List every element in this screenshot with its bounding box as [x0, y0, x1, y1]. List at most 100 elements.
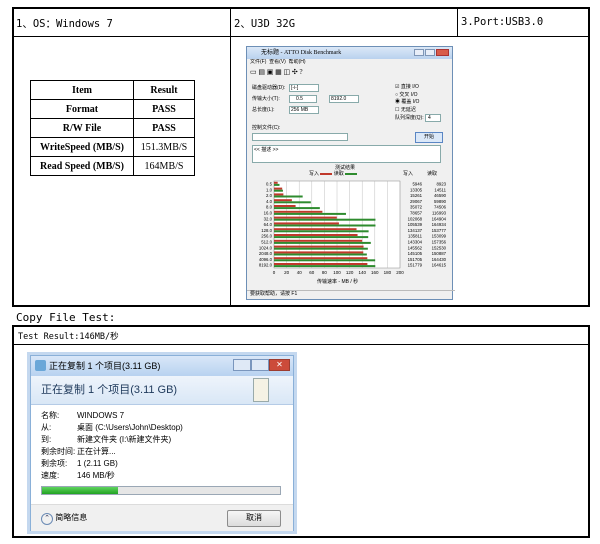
transfer-from-select[interactable]: 0.5	[289, 95, 317, 103]
read-value-label: 152530	[432, 245, 447, 250]
write-bar	[274, 251, 364, 254]
length-select[interactable]: 256 MB	[289, 106, 319, 114]
x-tick-label: 140	[358, 270, 366, 275]
write-value-label: 29067	[410, 199, 423, 204]
description-box[interactable]: << 描述 >>	[252, 145, 441, 163]
read-value-label: 164934	[432, 222, 447, 227]
option-overlap-io[interactable]: ○ 交叉 I/O	[395, 92, 417, 99]
legend: 写入 读取	[309, 171, 358, 178]
y-tick-label: 16.0	[264, 211, 273, 216]
copy-progress-fill	[42, 487, 119, 494]
read-value-label: 153099	[432, 234, 447, 239]
queue-select[interactable]: 4	[425, 114, 441, 122]
write-bar	[274, 257, 368, 260]
transfer-from-value: 0.5	[296, 96, 303, 102]
header-drive: 2、U3D 32G	[234, 18, 296, 30]
close-button[interactable]	[436, 49, 449, 56]
option-no-delay[interactable]: ☐ 无延迟	[395, 107, 416, 114]
write-bar	[274, 187, 283, 190]
column-divider-2	[457, 7, 458, 37]
y-tick-label: 2.0	[266, 193, 273, 198]
detail-label: 从:	[41, 423, 52, 432]
preview-icon[interactable]: ◫	[284, 68, 291, 76]
read-value-label: 46590	[434, 193, 447, 198]
y-tick-label: 8.0	[266, 205, 273, 210]
copy-test-heading: Copy File Test:	[16, 311, 116, 324]
y-tick-label: 0.5	[266, 182, 273, 187]
detail-value: 新建文件夹 (I:\新建文件夹)	[77, 435, 172, 444]
col-read-header: 读取	[427, 171, 438, 177]
move-icon[interactable]: ✣	[292, 68, 298, 76]
read-bar	[274, 236, 369, 239]
read-bar	[274, 201, 311, 204]
write-value-label: 78657	[410, 211, 423, 216]
legend-read-swatch	[345, 172, 358, 175]
transfer-to-select[interactable]: 8192.0	[329, 95, 359, 103]
detail-row: 剩余时间: 正在计算...	[41, 446, 183, 458]
write-bar	[274, 228, 357, 231]
y-tick-label: 4096.0	[259, 257, 273, 262]
read-bar	[274, 253, 367, 256]
x-tick-label: 40	[297, 270, 303, 275]
write-value-label: 105539	[408, 222, 423, 227]
menu-help[interactable]: 帮助(H)	[289, 59, 306, 65]
legend-read-label: 读取	[333, 171, 344, 177]
detail-label: 名称:	[41, 411, 60, 420]
table-cell: Read Speed (MB/S)	[30, 156, 134, 176]
save-icon[interactable]: ▣	[267, 68, 274, 76]
new-icon[interactable]: ▭	[250, 68, 257, 76]
table-header-item: Item	[30, 80, 134, 100]
read-bar	[274, 183, 280, 186]
header-os: 1、OS：Windows 7	[16, 18, 113, 30]
cancel-button[interactable]: 取消	[227, 510, 281, 527]
legend-write-swatch	[320, 172, 333, 175]
start-button[interactable]: 开始	[415, 132, 443, 143]
copy-details: 名称: WINDOWS 7 从: 桌面 (C:\Users\John\Desktop…	[41, 410, 183, 482]
minimize-button[interactable]	[414, 49, 424, 56]
open-icon[interactable]: ▤	[258, 68, 265, 76]
menu-file[interactable]: 文件(F)	[250, 59, 266, 65]
menu-view[interactable]: 查看(V)	[269, 59, 286, 65]
close-button[interactable]: ✕	[269, 359, 290, 371]
control-file-input[interactable]	[252, 133, 348, 141]
read-value-label: 116993	[432, 211, 447, 216]
column-divider-1	[230, 7, 231, 307]
transfer-to-value: 8192.0	[331, 96, 347, 102]
y-tick-label: 512.0	[261, 240, 272, 245]
read-value-label: 153777	[432, 228, 447, 233]
x-tick-label: 180	[384, 270, 392, 275]
print-icon[interactable]: ▦	[275, 68, 282, 76]
option-neither[interactable]: ◉ 覆盖 I/O	[395, 99, 419, 106]
write-value-label: 134137	[408, 228, 423, 233]
read-value-label: 74506	[434, 205, 447, 210]
option-direct-io[interactable]: ☑ 直接 I/O	[395, 84, 419, 91]
write-value-label: 135811	[408, 234, 423, 239]
write-value-label: 151779	[408, 263, 423, 268]
y-tick-label: 32.0	[264, 216, 273, 221]
details-toggle[interactable]: ⌃ 简略信息	[41, 512, 87, 525]
copy-dialog-titlebar: 正在复制 1 个项目(3.11 GB) ✕	[31, 356, 293, 376]
write-bar	[274, 263, 368, 265]
write-bar	[274, 239, 363, 242]
detail-row: 速度: 146 MB/秒	[41, 470, 183, 482]
table-cell: PASS	[133, 99, 195, 119]
transfer-label: 传输大小(T):	[252, 96, 280, 102]
y-tick-label: 256.0	[261, 234, 272, 239]
header-row-divider	[12, 36, 590, 37]
copy-animation-icon	[253, 378, 269, 402]
write-bar	[274, 234, 358, 236]
read-value-label: 164904	[432, 216, 447, 221]
maximize-button[interactable]	[251, 359, 269, 371]
detail-row: 到: 新建文件夹 (I:\新建文件夹)	[41, 434, 183, 446]
minimize-button[interactable]	[233, 359, 251, 371]
help-icon[interactable]: ?	[300, 68, 303, 76]
write-bar	[274, 222, 339, 225]
read-bar	[274, 207, 320, 210]
legend-write-label: 写入	[309, 171, 320, 177]
drive-select[interactable]: [-i-]	[289, 84, 319, 92]
write-value-label: 13305	[410, 187, 423, 192]
status-bar: 要获取帮助，请按 F1	[247, 290, 455, 300]
y-tick-label: 1024.0	[259, 245, 273, 250]
y-tick-label: 2048.0	[259, 251, 273, 256]
maximize-button[interactable]	[425, 49, 435, 56]
